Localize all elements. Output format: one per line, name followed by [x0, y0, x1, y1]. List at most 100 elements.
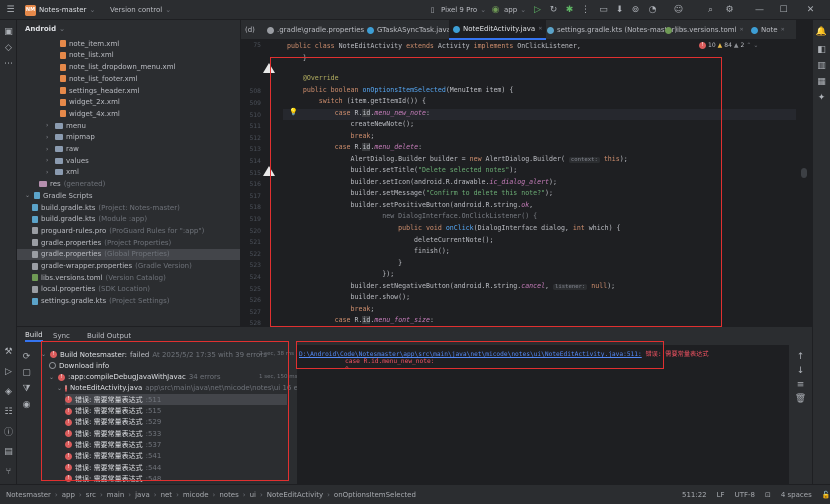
editor-scrollbar[interactable]	[796, 40, 812, 326]
tree-item[interactable]: › values	[17, 155, 89, 167]
running-devices-icon[interactable]: ▦	[816, 76, 827, 87]
tree-item[interactable]: note_item.xml	[17, 38, 119, 50]
line-number[interactable]: 513	[241, 146, 261, 153]
line-number[interactable]: 511	[241, 123, 261, 130]
line-number[interactable]: 526	[241, 297, 261, 304]
chevron-down-icon[interactable]: ⌄	[753, 42, 758, 49]
line-number[interactable]: 510	[241, 112, 261, 119]
tab-build[interactable]: Build	[25, 330, 43, 342]
tree-item[interactable]: settings_header.xml	[17, 85, 140, 97]
line-number[interactable]: 519	[241, 216, 261, 223]
down-arrow-icon[interactable]: ↓	[795, 365, 806, 376]
eye-icon[interactable]: ◉	[21, 399, 32, 410]
line-number[interactable]: 527	[241, 309, 261, 316]
line-number[interactable]: 514	[241, 158, 261, 165]
tree-item[interactable]: local.properties (SDK Location)	[17, 284, 150, 296]
problems-icon[interactable]: ⓘ	[3, 426, 14, 438]
tree-item[interactable]: › mipmap	[17, 132, 95, 144]
app-quality-icon[interactable]: ◈	[3, 386, 14, 397]
chevron-down-icon[interactable]: ⌄	[25, 192, 31, 199]
sdk-manager-button[interactable]: ⬇	[614, 4, 625, 16]
more-tools-icon[interactable]: ⋯	[3, 58, 14, 69]
tree-item[interactable]: gradle-wrapper.properties (Gradle Version…	[17, 260, 192, 272]
breadcrumb-item[interactable]: ui	[250, 491, 256, 499]
version-control-icon[interactable]: ⑂	[3, 466, 14, 477]
device-selector[interactable]: ▯ Pixel 9 Pro ⌄	[427, 4, 487, 16]
caret-position[interactable]: 511:22	[682, 491, 707, 499]
tree-item[interactable]: widget_4x.xml	[17, 108, 120, 120]
filter-icon[interactable]: ⧩	[21, 383, 32, 394]
breadcrumb-item[interactable]: notes	[219, 491, 238, 499]
breadcrumb-item[interactable]: onOptionsItemSelected	[334, 491, 416, 499]
scroll-thumb[interactable]	[801, 168, 807, 178]
tree-item[interactable]: build.gradle.kts (Project: Notes-master)	[17, 202, 180, 214]
line-number[interactable]: 525	[241, 286, 261, 293]
run-config-selector[interactable]: ◉ app ⌄	[490, 4, 527, 16]
editor-tab[interactable]: GTaskASyncTask.java✕	[363, 20, 462, 40]
tree-item[interactable]: settings.gradle.kts (Project Settings)	[17, 295, 169, 307]
plugins-button[interactable]: ☺	[673, 4, 684, 16]
line-number[interactable]: 517	[241, 193, 261, 200]
sync-button[interactable]: ⊚	[630, 4, 641, 16]
editor-tab[interactable]: Note ✕	[747, 20, 789, 40]
tree-item[interactable]: build.gradle.kts (Module :app)	[17, 214, 147, 226]
tree-item[interactable]: note_list_dropdown_menu.xml	[17, 61, 175, 73]
tree-item[interactable]: › raw	[17, 143, 79, 155]
project-widget[interactable]: NM Notes-master ⌄	[25, 4, 95, 16]
line-number[interactable]: 512	[241, 135, 261, 142]
search-button[interactable]: ⌕	[705, 4, 716, 16]
close-tab-icon[interactable]: ✕	[538, 26, 542, 32]
logcat-icon[interactable]: ☷	[3, 406, 14, 417]
line-number[interactable]: 523	[241, 262, 261, 269]
device-mirror-icon[interactable]: ▥	[816, 60, 827, 71]
close-tab-icon[interactable]: ✕	[740, 27, 744, 33]
breadcrumb-item[interactable]: src	[86, 491, 96, 499]
indent-setting[interactable]: 4 spaces	[781, 491, 812, 499]
breadcrumb-item[interactable]: micode	[183, 491, 209, 499]
minimize-button[interactable]: —	[754, 4, 765, 16]
editor-tab[interactable]: NoteEditActivity.java ✕	[449, 20, 547, 40]
line-number[interactable]: 508	[241, 88, 261, 95]
inspection-widget[interactable]: ! 10 ▲ 84 ▲ 2 ⌃ ⌄	[699, 42, 758, 49]
chevron-right-icon[interactable]: ›	[46, 122, 52, 129]
gradle-icon[interactable]: ◧	[816, 44, 827, 55]
close-window-button[interactable]: ✕	[805, 4, 816, 16]
close-tab-icon[interactable]: ✕	[781, 27, 785, 33]
line-number[interactable]: 522	[241, 251, 261, 258]
restart-build-icon[interactable]: ⟳	[21, 351, 32, 362]
run-icon[interactable]: ▷	[3, 366, 14, 377]
maximize-button[interactable]: ☐	[778, 4, 789, 16]
line-number[interactable]: 524	[241, 274, 261, 281]
breadcrumb-item[interactable]: NoteEditActivity	[267, 491, 323, 499]
tree-item[interactable]: proguard-rules.pro (ProGuard Rules for ":…	[17, 225, 204, 237]
vcs-widget[interactable]: Version control ⌄	[110, 4, 171, 16]
line-number[interactable]: 520	[241, 228, 261, 235]
line-number[interactable]: 509	[241, 100, 261, 107]
chevron-right-icon[interactable]: ›	[46, 134, 52, 141]
line-separator[interactable]: LF	[717, 491, 725, 499]
tree-item[interactable]: widget_2x.xml	[17, 97, 120, 109]
breadcrumb-item[interactable]: java	[135, 491, 150, 499]
editor-tab[interactable]: .gradle\gradle.properties✕	[263, 20, 375, 40]
tree-item[interactable]: gradle.properties (Global Properties)	[17, 248, 240, 261]
project-view-selector[interactable]: Android ⌄	[17, 20, 240, 38]
tree-item[interactable]: › xml	[17, 167, 79, 179]
more-actions-button[interactable]: ⋮	[580, 4, 591, 16]
line-number[interactable]: 75	[241, 42, 261, 49]
settings-button[interactable]: ⚙	[724, 4, 735, 16]
build-hammer-icon[interactable]: ⚒	[3, 346, 14, 357]
tree-item[interactable]: res (generated)	[17, 178, 105, 190]
breadcrumb-item[interactable]: Notesmaster	[6, 491, 51, 499]
tree-item[interactable]: › menu	[17, 120, 86, 132]
chevron-right-icon[interactable]: ›	[46, 146, 52, 153]
soft-wrap-icon[interactable]: ≡	[795, 379, 806, 390]
stop-icon[interactable]: ▢	[21, 367, 32, 378]
apply-changes-button[interactable]: ↻	[548, 4, 559, 16]
device-manager-button[interactable]: ▭	[598, 4, 609, 16]
debug-button[interactable]: ✱	[564, 4, 575, 16]
profile-button[interactable]: ◔	[647, 4, 658, 16]
code-line[interactable]: public class NoteEditActivity extends Ac…	[287, 42, 581, 50]
tree-item[interactable]: note_list_footer.xml	[17, 73, 138, 85]
commit-icon[interactable]: ◇	[3, 42, 14, 53]
breadcrumb-item[interactable]: net	[161, 491, 173, 499]
